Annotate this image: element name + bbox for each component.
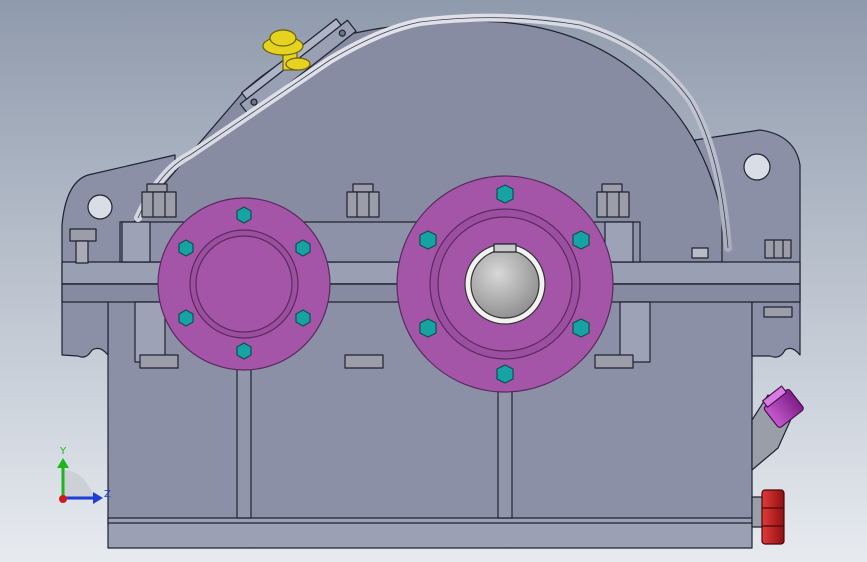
- shaft-key: [493, 243, 517, 253]
- rib-right[interactable]: [497, 389, 513, 519]
- left-lug-hole: [87, 194, 113, 220]
- right-lug-hole: [743, 153, 771, 181]
- triad-origin: [59, 495, 67, 503]
- boss-left-lower: [134, 301, 166, 363]
- z-axis-label: Z: [104, 489, 111, 500]
- boss-right-lower: [619, 301, 651, 363]
- flange-nut-1[interactable]: [139, 354, 179, 369]
- flange-bolt-right-end[interactable]: [764, 239, 792, 259]
- flange-nut-3[interactable]: [594, 354, 634, 369]
- boss-left-upper: [121, 221, 151, 263]
- cad-viewport[interactable]: Y Z: [0, 0, 867, 562]
- y-axis-label: Y: [59, 446, 67, 457]
- output-shaft[interactable]: [470, 249, 540, 319]
- rib-left[interactable]: [236, 366, 252, 519]
- oil-level-plug-small[interactable]: [691, 247, 709, 259]
- bearing-cap-right[interactable]: [396, 175, 614, 393]
- flange-nut-right-end[interactable]: [763, 306, 793, 318]
- flange-nut-2[interactable]: [344, 354, 384, 369]
